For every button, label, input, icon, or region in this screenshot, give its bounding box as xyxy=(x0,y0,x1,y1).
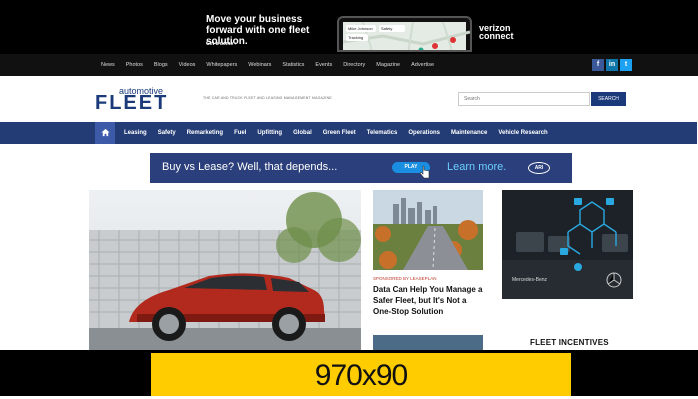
linkedin-icon[interactable]: in xyxy=(606,59,618,71)
article-image-highway-city[interactable] xyxy=(373,190,483,270)
banner-advertisement[interactable]: Buy vs Lease? Well, that depends... PLAY… xyxy=(150,153,572,183)
utility-nav: News Photos Blogs Videos Whitepapers Web… xyxy=(0,54,698,76)
facebook-icon[interactable]: f xyxy=(592,59,604,71)
banner-learn-more[interactable]: Learn more. xyxy=(447,161,506,173)
article-image-secondary[interactable] xyxy=(373,335,483,350)
hero-image-red-suv[interactable] xyxy=(89,190,361,350)
home-icon[interactable] xyxy=(95,122,115,144)
nav-link-news[interactable]: News xyxy=(101,62,115,68)
main-nav-operations[interactable]: Operations xyxy=(408,130,440,136)
main-nav-leasing[interactable]: Leasing xyxy=(124,130,147,136)
main-nav-global[interactable]: Global xyxy=(293,130,312,136)
main-nav-background xyxy=(0,122,95,144)
main-nav-upfitting[interactable]: Upfitting xyxy=(257,130,282,136)
ad-placeholder-970x90[interactable]: 970x90 xyxy=(151,353,571,396)
side-advertisement-mercedes[interactable]: Mercedes-Benz xyxy=(502,190,633,299)
main-nav-telematics[interactable]: Telematics xyxy=(367,130,398,136)
article-sponsor-label: SPONSORED BY LEASEPLAN xyxy=(373,276,437,281)
main-nav-fuel[interactable]: Fuel xyxy=(234,130,246,136)
bottom-advertisement[interactable]: 970x90 xyxy=(0,350,698,396)
ari-logo: ARI xyxy=(528,162,550,174)
logo-fleet: FLEET xyxy=(95,92,169,114)
search-input[interactable] xyxy=(458,92,590,106)
nav-link-directory[interactable]: Directory xyxy=(343,62,365,68)
banner-text: Buy vs Lease? Well, that depends... xyxy=(162,161,338,173)
main-nav-maintenance[interactable]: Maintenance xyxy=(451,130,487,136)
twitter-icon[interactable]: t xyxy=(620,59,632,71)
search-button[interactable]: SEARCH xyxy=(591,92,626,106)
nav-link-webinars[interactable]: Webinars xyxy=(248,62,271,68)
site-tagline: THE CAR AND TRUCK FLEET AND LEASING MANA… xyxy=(203,96,332,100)
ad-demo-link[interactable]: Get a demo › xyxy=(206,41,236,47)
nav-link-videos[interactable]: Videos xyxy=(179,62,196,68)
brand-line: connect xyxy=(479,31,514,41)
main-nav: Leasing Safety Remarketing Fuel Upfittin… xyxy=(95,122,697,144)
verizon-connect-logo: verizon connect xyxy=(479,24,514,41)
ad-card: Safety xyxy=(379,25,405,32)
nav-link-photos[interactable]: Photos xyxy=(126,62,143,68)
ad-device-image: Mike Johnson Safety Tracking xyxy=(337,16,472,52)
main-nav-safety[interactable]: Safety xyxy=(158,130,176,136)
site-logo[interactable]: automotive FLEET xyxy=(95,86,197,114)
ad-card: Mike Johnson xyxy=(346,25,376,32)
side-ad-caption: Mercedes-Benz xyxy=(512,277,548,283)
top-advertisement[interactable]: Move your business forward with one flee… xyxy=(0,0,698,54)
main-nav-vehicle-research[interactable]: Vehicle Research xyxy=(498,130,547,136)
section-heading-fleet-incentives: FLEET INCENTIVES xyxy=(530,338,609,347)
nav-link-whitepapers[interactable]: Whitepapers xyxy=(206,62,237,68)
nav-link-advertise[interactable]: Advertise xyxy=(411,62,434,68)
main-nav-green-fleet[interactable]: Green Fleet xyxy=(323,130,356,136)
article-title[interactable]: Data Can Help You Manage a Safer Fleet, … xyxy=(373,284,485,317)
cursor-hand-icon xyxy=(420,165,430,179)
nav-link-magazine[interactable]: Magazine xyxy=(376,62,400,68)
ad-card: Tracking xyxy=(346,34,368,41)
nav-link-blogs[interactable]: Blogs xyxy=(154,62,168,68)
nav-link-statistics[interactable]: Statistics xyxy=(282,62,304,68)
nav-link-events[interactable]: Events xyxy=(315,62,332,68)
main-nav-remarketing[interactable]: Remarketing xyxy=(187,130,223,136)
